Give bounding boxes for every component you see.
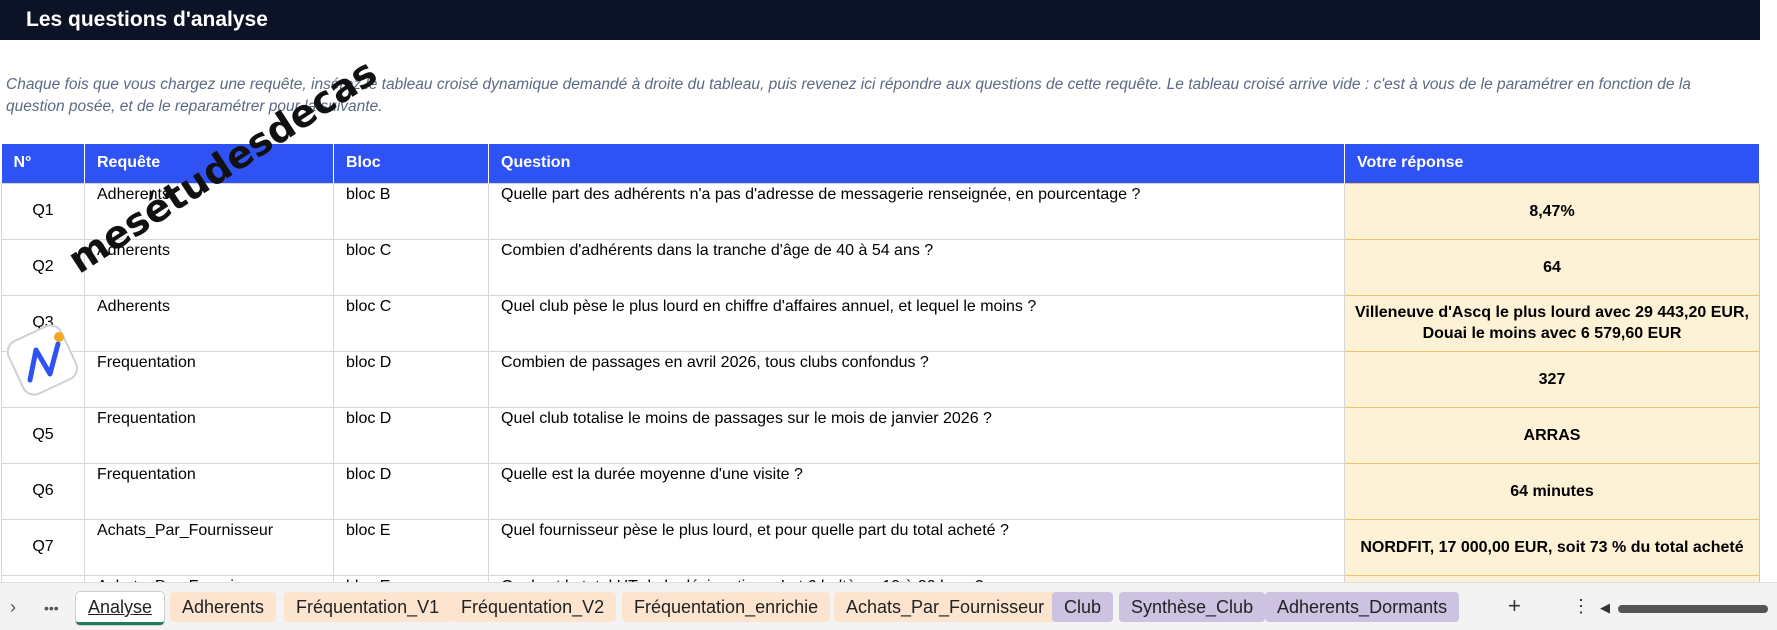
cell-bloc[interactable]: bloc C [333,238,489,296]
tab-frequentation-v1[interactable]: Fréquentation_V1 [284,592,452,622]
more-sheets-icon[interactable]: ••• [44,600,59,616]
tab-frequentation-enrichie[interactable]: Fréquentation_enrichie [622,592,831,622]
cell-question[interactable]: Quelle est la durée moyenne d'une visite… [488,462,1345,520]
cell-bloc[interactable]: bloc E [333,518,489,576]
cell-requete[interactable]: Frequentation [84,406,334,464]
cell-question[interactable]: Quel fournisseur pèse le plus lourd, et … [488,518,1345,576]
tab-adherents-dormants[interactable]: Adherents_Dormants [1265,592,1460,622]
right-margin [1760,0,1777,580]
cell-bloc[interactable]: bloc D [333,350,489,408]
sheet-menu-icon[interactable]: ⋮ [1572,596,1590,617]
scrollbar-thumb[interactable] [1618,605,1768,613]
watermark-logo-icon [6,324,78,396]
table-row: Q5 Frequentation bloc D Quel club totali… [1,406,1760,464]
table-row: Q4 Frequentation bloc D Combien de passa… [1,350,1760,408]
tab-achats-par-fournisseur[interactable]: Achats_Par_Fournisseur [834,592,1057,622]
add-sheet-icon[interactable]: + [1508,593,1521,619]
cell-bloc[interactable]: bloc C [333,294,489,352]
header-num[interactable]: N° [1,144,85,183]
table-row: Q2 Adherents bloc C Combien d'adhérents … [1,238,1760,296]
tab-frequentation-v2[interactable]: Fréquentation_V2 [449,592,617,622]
cell-requete[interactable]: Adherents [84,294,334,352]
cell-requete[interactable]: Frequentation [84,350,334,408]
tab-analyse[interactable]: Analyse [76,592,165,625]
header-question[interactable]: Question [488,144,1345,183]
cell-num[interactable]: Q1 [1,182,85,240]
cell-num[interactable]: Q6 [1,462,85,520]
tab-scroll-chevron-icon[interactable]: › [10,597,16,618]
cell-reponse[interactable]: ARRAS [1344,406,1760,464]
cell-reponse[interactable]: NORDFIT, 17 000,00 EUR, soit 73 % du tot… [1344,518,1760,576]
cell-reponse[interactable]: 64 [1344,238,1760,296]
cell-reponse[interactable]: 327 [1344,350,1760,408]
cell-bloc[interactable]: bloc D [333,406,489,464]
tab-club[interactable]: Club [1052,592,1114,622]
header-bloc[interactable]: Bloc [333,144,489,183]
horizontal-scrollbar[interactable] [1618,605,1768,613]
cell-reponse[interactable]: 8,47% [1344,182,1760,240]
table-row: Q6 Frequentation bloc D Quelle est la du… [1,462,1760,520]
questions-table: N° Requête Bloc Question Votre réponse Q… [1,144,1760,598]
cell-num[interactable]: Q7 [1,518,85,576]
cell-question[interactable]: Quelle part des adhérents n'a pas d'adre… [488,182,1345,240]
tab-synthese-club[interactable]: Synthèse_Club [1119,592,1266,622]
cell-question[interactable]: Combien d'adhérents dans la tranche d'âg… [488,238,1345,296]
cell-bloc[interactable]: bloc B [333,182,489,240]
tab-adherents[interactable]: Adherents [170,592,277,622]
cell-reponse[interactable]: Villeneuve d'Ascq le plus lourd avec 29 … [1344,294,1760,352]
table-row: Q7 Achats_Par_Fournisseur bloc E Quel fo… [1,518,1760,576]
cell-question[interactable]: Quel club pèse le plus lourd en chiffre … [488,294,1345,352]
sheet-tab-bar: › ••• Analyse Adherents Fréquentation_V1… [0,582,1777,630]
cell-requete[interactable]: Achats_Par_Fournisseur [84,518,334,576]
page-title: Les questions d'analyse [0,0,1760,40]
cell-num[interactable]: Q5 [1,406,85,464]
cell-question[interactable]: Combien de passages en avril 2026, tous … [488,350,1345,408]
cell-reponse[interactable]: 64 minutes [1344,462,1760,520]
cell-bloc[interactable]: bloc D [333,462,489,520]
header-reponse[interactable]: Votre réponse [1344,144,1760,183]
table-row: Q3 Adherents bloc C Quel club pèse le pl… [1,294,1760,352]
cell-question[interactable]: Quel club totalise le moins de passages … [488,406,1345,464]
cell-requete[interactable]: Frequentation [84,462,334,520]
scroll-left-icon[interactable]: ◀ [1600,600,1610,616]
table-row: Q1 Adherents bloc B Quelle part des adhé… [1,182,1760,240]
